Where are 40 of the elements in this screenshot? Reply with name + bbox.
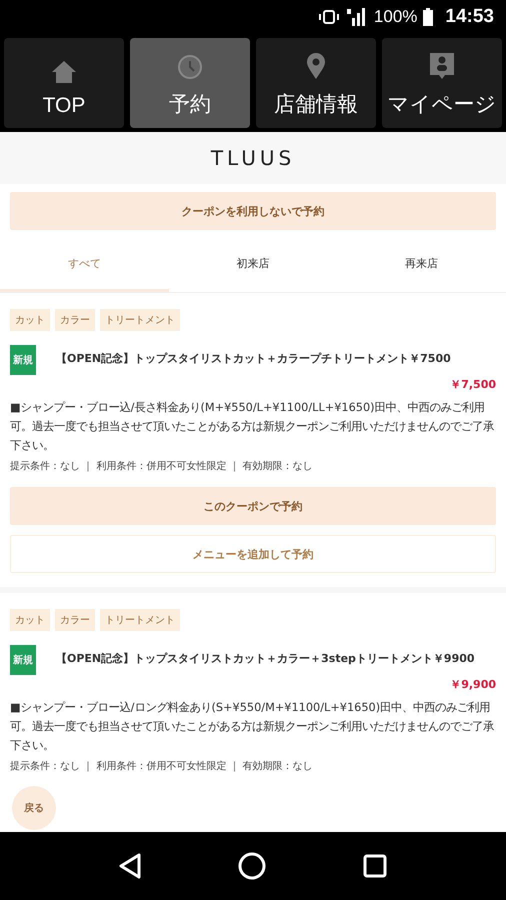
- category-tag: トリートメント: [100, 609, 180, 631]
- category-tag: トリートメント: [100, 309, 180, 331]
- nav-tab[interactable]: TOP: [4, 38, 124, 128]
- clock-icon: [177, 54, 203, 80]
- profile-icon: [429, 52, 455, 80]
- pin-icon: [306, 52, 326, 80]
- new-badge: 新規: [10, 645, 36, 675]
- add-menu-button[interactable]: メニューを追加して予約: [10, 535, 496, 573]
- coupon-conditions: 提示条件：なし ｜ 利用条件：併用不可女性限定 ｜ 有効期限：なし: [10, 460, 314, 473]
- coupon-conditions: 提示条件：なし ｜ 利用条件：併用不可女性限定 ｜ 有効期限：なし: [10, 760, 314, 773]
- category-tag: カット: [10, 609, 50, 631]
- vibrate-icon: [318, 10, 340, 24]
- filter-tab[interactable]: 初来店: [168, 242, 338, 292]
- coupon-title: 【OPEN記念】トップスタイリストカット＋カラー＋3stepトリートメント￥9900: [56, 651, 475, 667]
- battery-percent: 100%: [374, 7, 418, 27]
- back-button[interactable]: 戻る: [12, 786, 56, 830]
- shop-name: TLUUS: [210, 146, 296, 170]
- category-tag: カラー: [55, 309, 95, 331]
- recents-icon[interactable]: [363, 854, 388, 878]
- nav-tab[interactable]: 予約: [130, 38, 250, 128]
- home-circle-icon[interactable]: [238, 852, 266, 880]
- new-badge: 新規: [10, 345, 36, 375]
- book-without-coupon-button[interactable]: クーポンを利用しないで予約: [10, 192, 496, 230]
- nav-tab[interactable]: マイページ: [382, 38, 502, 128]
- back-icon[interactable]: [118, 853, 141, 879]
- clock-time: 14:53: [445, 6, 494, 28]
- category-tag: カット: [10, 309, 50, 331]
- category-tag: カラー: [55, 609, 95, 631]
- filter-tab[interactable]: 再来店: [337, 242, 506, 292]
- coupon-description: ■シャンプー・ブロー込/長さ料金あり(M+¥550/L+¥1100/LL+¥1650)田中、中西のみご利用可。過去一度でも担当させて頂いたことがある方は新規クーポンご利用いただけませんのでご了承下さい。: [10, 400, 495, 454]
- home-icon: [51, 60, 77, 84]
- nav-tab[interactable]: 店舗情報: [256, 38, 376, 128]
- battery-icon: [423, 8, 434, 26]
- coupon-description: ■シャンプー・ブロー込/ロング料金あり(S+¥550/M+¥1100/L+¥1650)田中、中西のみご利用可。過去一度でも担当させて頂いたことがある方は新規クーポンご利用いただけませんのでご了承下さい。: [10, 700, 495, 754]
- book-coupon-button[interactable]: このクーポンで予約: [10, 487, 496, 525]
- coupon-title: 【OPEN記念】トップスタイリストカット＋カラープチトリートメント￥7500: [56, 351, 451, 367]
- signal-icon: [346, 8, 368, 26]
- filter-tab[interactable]: すべて: [0, 242, 169, 292]
- coupon-price: ￥9,900: [450, 677, 496, 692]
- coupon-price: ￥7,500: [450, 377, 496, 392]
